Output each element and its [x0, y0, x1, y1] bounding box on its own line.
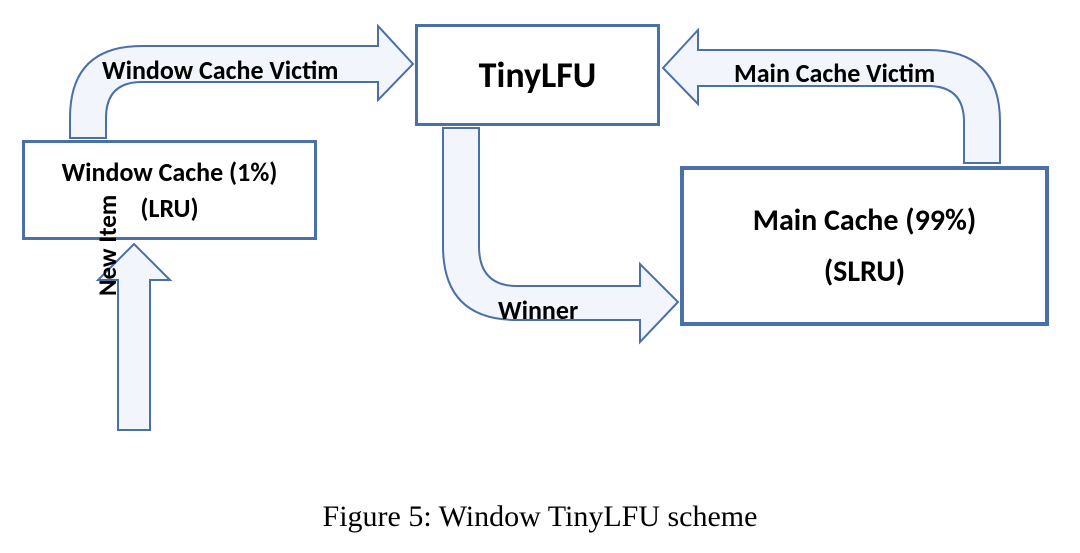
label-new-item: New Item: [92, 195, 123, 296]
tinylfu-title: TinyLFU: [479, 53, 597, 97]
label-main-victim: Main Cache Victim: [734, 57, 935, 89]
window-cache-title: Window Cache (1%): [62, 156, 278, 188]
main-cache-box: Main Cache (99%) (SLRU): [680, 166, 1049, 326]
label-window-victim: Window Cache Victim: [102, 54, 338, 86]
tinylfu-box: TinyLFU: [415, 24, 660, 126]
main-cache-subtitle: (SLRU): [824, 253, 905, 290]
arrow-main-victim: [663, 30, 1000, 163]
main-cache-title: Main Cache (99%): [753, 202, 976, 239]
window-cache-subtitle: (LRU): [140, 192, 198, 224]
window-cache-box: Window Cache (1%) (LRU): [22, 140, 317, 240]
label-winner: Winner: [498, 294, 578, 326]
diagram-canvas: Window Cache (1%) (LRU) TinyLFU Main Cac…: [0, 0, 1080, 553]
figure-caption: Figure 5: Window TinyLFU scheme: [0, 500, 1080, 534]
